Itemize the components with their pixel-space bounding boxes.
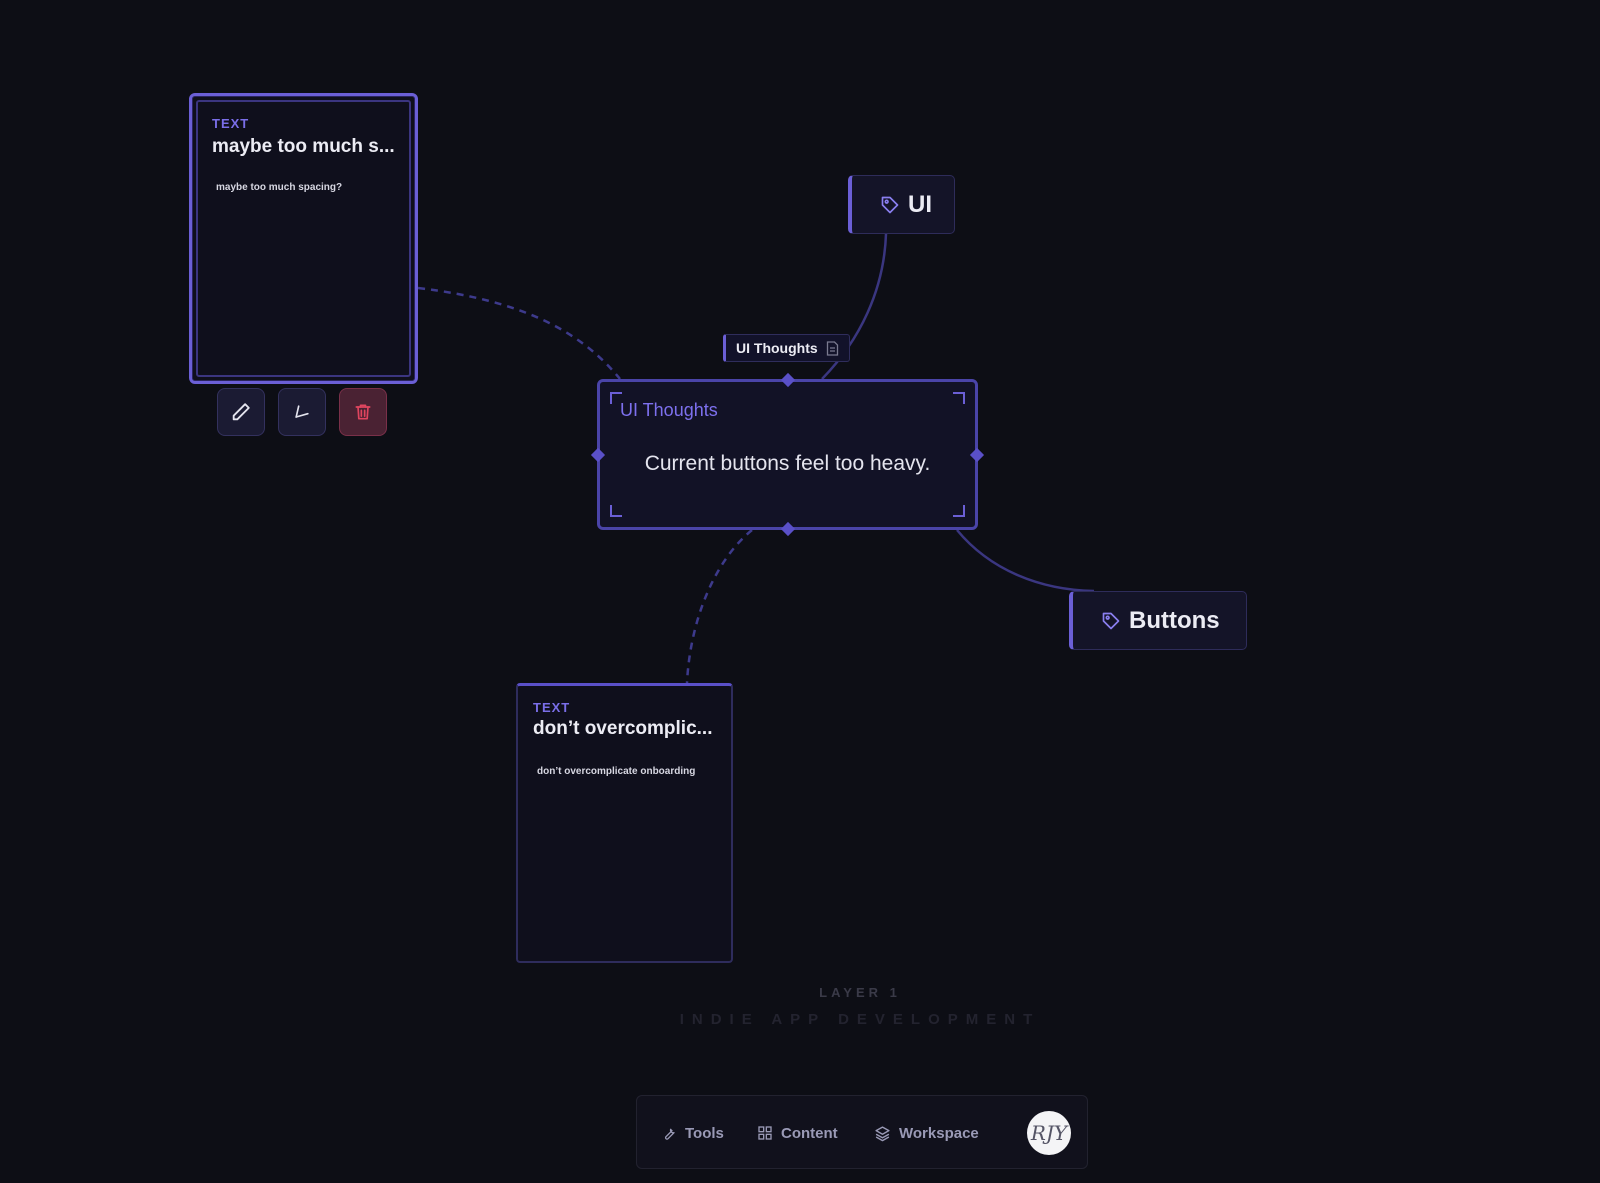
- avatar-initials: RJY: [1030, 1121, 1068, 1145]
- card-body: maybe too much spacing?: [216, 182, 343, 193]
- card-type-label: TEXT: [212, 116, 250, 131]
- back-button[interactable]: [278, 388, 326, 436]
- connection-handle-bottom[interactable]: [780, 521, 796, 537]
- document-icon: [826, 340, 838, 356]
- workspace-label: Workspace: [899, 1124, 979, 1142]
- tools-button[interactable]: Tools: [661, 1096, 724, 1170]
- grid-icon: [758, 1126, 772, 1140]
- tag-icon: [1102, 612, 1120, 629]
- card-type-label: TEXT: [533, 700, 571, 715]
- tag-label: Buttons: [1129, 606, 1220, 634]
- workspace-title: INDIE APP DEVELOPMENT: [679, 1011, 1041, 1028]
- text-card[interactable]: TEXT don’t overcomplic... don’t overcomp…: [516, 683, 733, 963]
- note-title: UI Thoughts: [620, 400, 718, 420]
- connection-handle-top[interactable]: [780, 372, 796, 388]
- content-label: Content: [781, 1124, 838, 1142]
- tag-icon: [881, 196, 899, 213]
- card-title: maybe too much s...: [212, 136, 395, 157]
- edge-card1-note: [417, 286, 621, 380]
- content-button[interactable]: Content: [757, 1096, 838, 1170]
- avatar[interactable]: RJY: [1027, 1111, 1071, 1155]
- delete-button[interactable]: [339, 388, 387, 436]
- bottom-dock: Tools Content Workspace RJY: [636, 1095, 1088, 1169]
- card-title: don’t overcomplic...: [533, 718, 713, 739]
- workspace-button[interactable]: Workspace: [874, 1096, 979, 1170]
- corner-marker: [610, 505, 622, 517]
- edge-note-card2: [685, 529, 753, 684]
- tools-label: Tools: [685, 1124, 724, 1142]
- corner-marker: [953, 392, 965, 404]
- tag-label: UI: [908, 190, 932, 218]
- text-card[interactable]: TEXT maybe too much s... maybe too much …: [189, 93, 418, 384]
- edit-button[interactable]: [217, 388, 265, 436]
- note-node[interactable]: UI Thoughts Current buttons feel too hea…: [590, 372, 985, 537]
- note-label-text: UI Thoughts: [736, 340, 818, 356]
- arrow-back-icon: [295, 405, 309, 418]
- tag-node-buttons[interactable]: Buttons: [1069, 591, 1247, 650]
- card-body: don’t overcomplicate onboarding: [537, 766, 696, 777]
- note-label[interactable]: UI Thoughts: [723, 334, 850, 362]
- canvas[interactable]: TEXT maybe too much s... maybe too much …: [0, 0, 1600, 1183]
- wrench-icon: [664, 1128, 675, 1140]
- layers-icon: [875, 1125, 890, 1141]
- layer-label: LAYER 1: [819, 985, 901, 1000]
- pencil-icon: [232, 403, 250, 421]
- note-body: Current buttons feel too heavy.: [644, 452, 931, 475]
- tag-node-ui[interactable]: UI: [848, 175, 955, 234]
- corner-marker: [953, 505, 965, 517]
- trash-icon: [355, 404, 371, 420]
- edge-note-buttons-tag: [956, 529, 1095, 593]
